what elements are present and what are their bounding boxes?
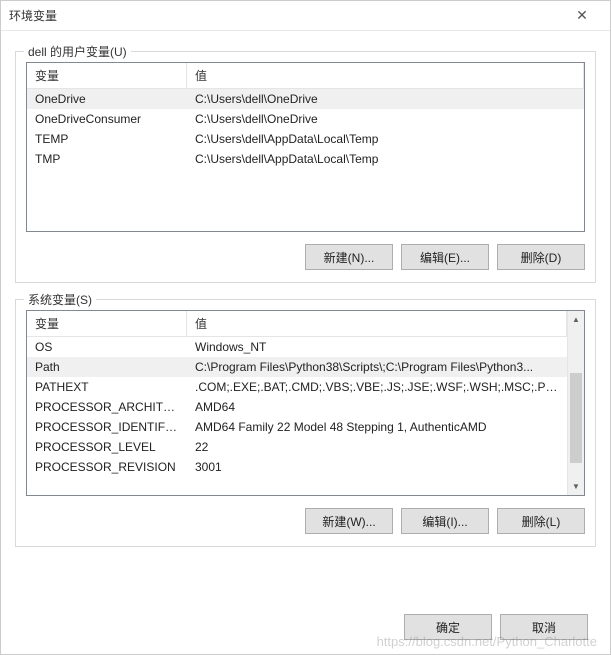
table-row[interactable]: PROCESSOR_LEVEL22 — [27, 437, 567, 457]
cell-value: 22 — [187, 437, 567, 457]
cell-name: PROCESSOR_IDENTIFIER — [27, 417, 187, 437]
table-row[interactable]: TMPC:\Users\dell\AppData\Local\Temp — [27, 149, 584, 169]
dialog-buttons: 确定 取消 — [1, 600, 610, 654]
cell-name: OS — [27, 337, 187, 357]
cell-name: TMP — [27, 149, 187, 169]
system-delete-button[interactable]: 删除(L) — [497, 508, 585, 534]
system-vars-buttons: 新建(W)... 编辑(I)... 删除(L) — [26, 508, 585, 534]
cell-value: Windows_NT — [187, 337, 567, 357]
cell-value: 3001 — [187, 457, 567, 477]
cell-name: OneDrive — [27, 89, 187, 109]
cell-name: PATHEXT — [27, 377, 187, 397]
cell-name: OneDriveConsumer — [27, 109, 187, 129]
col-header-name[interactable]: 变量 — [27, 311, 187, 336]
user-vars-header: 变量 值 — [27, 63, 584, 89]
scroll-down-icon[interactable]: ▼ — [568, 478, 584, 495]
col-header-name[interactable]: 变量 — [27, 63, 187, 88]
scroll-up-icon[interactable]: ▲ — [568, 311, 584, 328]
scroll-track[interactable] — [568, 328, 584, 478]
system-vars-header: 变量 值 — [27, 311, 567, 337]
cell-value: C:\Users\dell\AppData\Local\Temp — [187, 149, 584, 169]
table-row[interactable]: PROCESSOR_ARCHITECT...AMD64 — [27, 397, 567, 417]
col-header-value[interactable]: 值 — [187, 311, 567, 336]
table-row[interactable]: OneDriveC:\Users\dell\OneDrive — [27, 89, 584, 109]
table-row[interactable]: OSWindows_NT — [27, 337, 567, 357]
cancel-button[interactable]: 取消 — [500, 614, 588, 640]
table-row[interactable]: TEMPC:\Users\dell\AppData\Local\Temp — [27, 129, 584, 149]
window-title: 环境变量 — [9, 7, 562, 24]
table-row[interactable]: PATHEXT.COM;.EXE;.BAT;.CMD;.VBS;.VBE;.JS… — [27, 377, 567, 397]
col-header-value[interactable]: 值 — [187, 63, 584, 88]
user-vars-group: dell 的用户变量(U) 变量 值 OneDriveC:\Users\dell… — [15, 51, 596, 283]
user-new-button[interactable]: 新建(N)... — [305, 244, 393, 270]
cell-value: .COM;.EXE;.BAT;.CMD;.VBS;.VBE;.JS;.JSE;.… — [187, 377, 567, 397]
system-edit-button[interactable]: 编辑(I)... — [401, 508, 489, 534]
cell-name: PROCESSOR_LEVEL — [27, 437, 187, 457]
table-row[interactable]: PROCESSOR_REVISION3001 — [27, 457, 567, 477]
close-icon[interactable]: ✕ — [562, 7, 602, 24]
cell-value: AMD64 Family 22 Model 48 Stepping 1, Aut… — [187, 417, 567, 437]
cell-value: C:\Users\dell\OneDrive — [187, 89, 584, 109]
table-row[interactable]: PathC:\Program Files\Python38\Scripts\;C… — [27, 357, 567, 377]
user-delete-button[interactable]: 删除(D) — [497, 244, 585, 270]
system-new-button[interactable]: 新建(W)... — [305, 508, 393, 534]
cell-value: C:\Users\dell\OneDrive — [187, 109, 584, 129]
env-vars-dialog: 环境变量 ✕ dell 的用户变量(U) 变量 值 OneDriveC:\Use… — [0, 0, 611, 655]
cell-value: C:\Users\dell\AppData\Local\Temp — [187, 129, 584, 149]
system-vars-label: 系统变量(S) — [24, 291, 96, 308]
user-edit-button[interactable]: 编辑(E)... — [401, 244, 489, 270]
system-scrollbar[interactable]: ▲ ▼ — [567, 311, 584, 495]
cell-name: PROCESSOR_REVISION — [27, 457, 187, 477]
scroll-thumb[interactable] — [570, 373, 582, 463]
dialog-content: dell 的用户变量(U) 变量 值 OneDriveC:\Users\dell… — [1, 31, 610, 600]
cell-name: TEMP — [27, 129, 187, 149]
user-vars-buttons: 新建(N)... 编辑(E)... 删除(D) — [26, 244, 585, 270]
ok-button[interactable]: 确定 — [404, 614, 492, 640]
cell-name: PROCESSOR_ARCHITECT... — [27, 397, 187, 417]
cell-name: Path — [27, 357, 187, 377]
system-vars-list[interactable]: 变量 值 OSWindows_NTPathC:\Program Files\Py… — [26, 310, 585, 496]
table-row[interactable]: PROCESSOR_IDENTIFIERAMD64 Family 22 Mode… — [27, 417, 567, 437]
table-row[interactable]: OneDriveConsumerC:\Users\dell\OneDrive — [27, 109, 584, 129]
user-vars-list[interactable]: 变量 值 OneDriveC:\Users\dell\OneDriveOneDr… — [26, 62, 585, 232]
cell-value: AMD64 — [187, 397, 567, 417]
cell-value: C:\Program Files\Python38\Scripts\;C:\Pr… — [187, 357, 567, 377]
user-vars-label: dell 的用户变量(U) — [24, 43, 131, 60]
titlebar: 环境变量 ✕ — [1, 1, 610, 31]
system-vars-group: 系统变量(S) 变量 值 OSWindows_NTPathC:\Program … — [15, 299, 596, 547]
